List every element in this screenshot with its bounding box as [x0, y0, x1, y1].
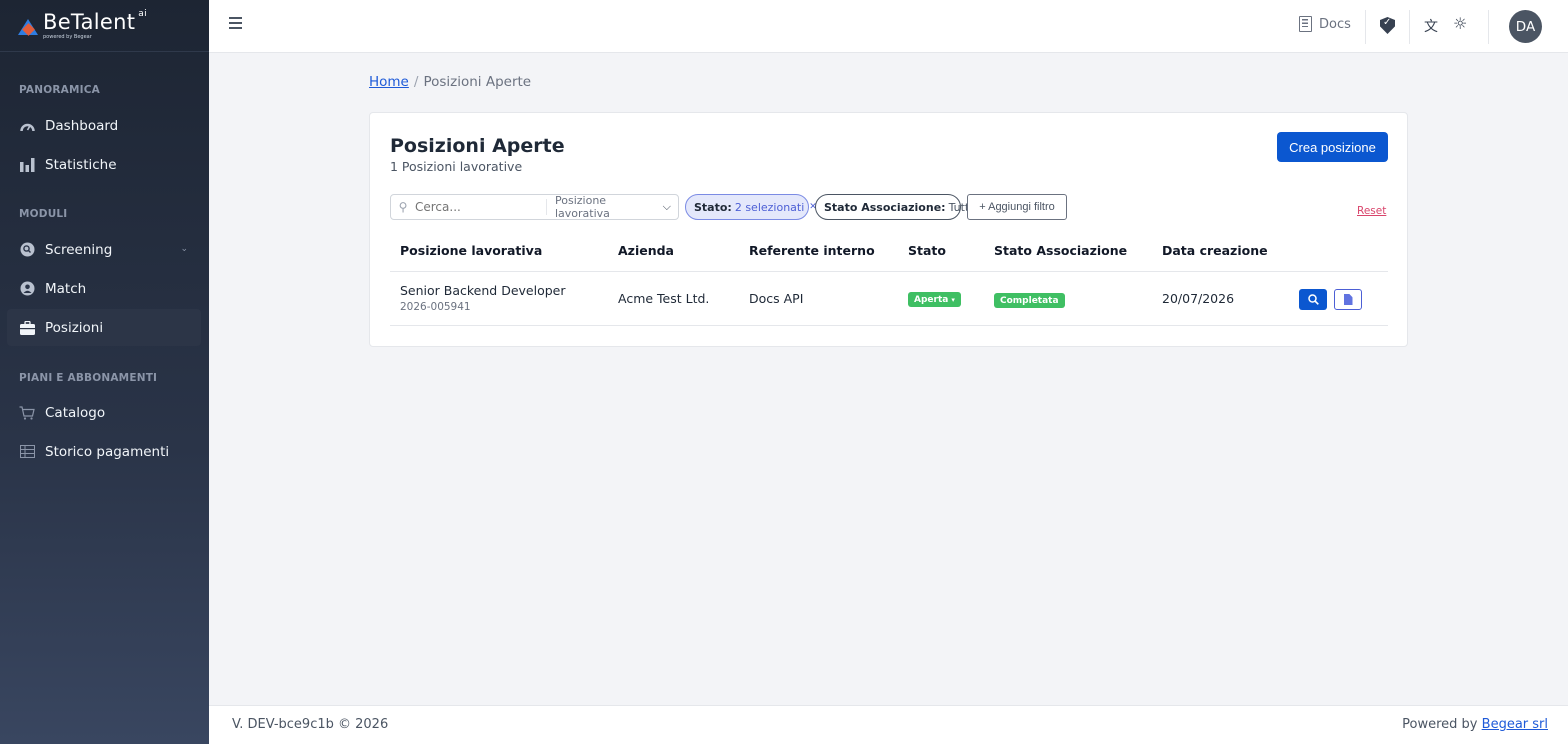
sidebar-item-catalogo[interactable]: Catalogo — [7, 394, 201, 431]
sidebar-item-label: Catalogo — [45, 404, 106, 421]
stato-filter-chip[interactable]: Stato: 2 selezionati ✕ — [685, 194, 817, 220]
screening-icon — [19, 242, 35, 258]
user-circle-icon — [19, 281, 35, 297]
powered-by: Powered by Begear srl — [1402, 717, 1548, 732]
sidebar-item-statistiche[interactable]: Statistiche — [7, 146, 201, 183]
section-label-panoramica: PANORAMICA — [19, 84, 100, 96]
briefcase-icon — [19, 320, 35, 336]
brand-tagline: powered by Begear — [43, 33, 92, 40]
divider — [1365, 10, 1366, 44]
sidebar-item-match[interactable]: Match — [7, 270, 201, 307]
search-input[interactable] — [415, 195, 546, 219]
search-icon — [1307, 294, 1319, 305]
section-label-piani: PIANI E ABBONAMENTI — [19, 372, 158, 384]
search-box: ⚲ Posizione lavorativa ⌵ — [390, 194, 679, 220]
translate-icon[interactable]: 文 — [1424, 16, 1438, 36]
referent-cell: Docs API — [749, 291, 804, 306]
column-header[interactable]: Stato Associazione — [994, 243, 1127, 258]
column-header[interactable]: Azienda — [618, 243, 674, 258]
version-label: V. DEV-bce9c1b © 2026 — [232, 717, 389, 732]
logo-icon — [18, 16, 38, 36]
bar-chart-icon — [19, 157, 35, 173]
column-header[interactable]: Referente interno — [749, 243, 875, 258]
chip-label: Stato: — [694, 200, 732, 214]
column-header[interactable]: Stato — [908, 243, 946, 258]
add-filter-button[interactable]: + Aggiungi filtro — [967, 194, 1067, 220]
breadcrumb-current: Posizioni Aperte — [423, 74, 532, 90]
search-icon: ⚲ — [398, 200, 408, 214]
table-icon — [19, 444, 35, 460]
top-bar: Docs 文 ☼ DA — [209, 0, 1568, 53]
search-field-value: Posizione lavorativa — [555, 194, 610, 220]
brand-logo[interactable]: BeTalent ai powered by Begear — [0, 0, 209, 52]
document-button[interactable] — [1334, 289, 1362, 310]
position-title: Senior Backend Developer — [400, 283, 566, 298]
association-badge: Completata — [994, 293, 1065, 308]
stato-associazione-filter-chip[interactable]: Stato Associazione: Tutti — [815, 194, 972, 220]
table-header: Posizione lavorativa Azienda Referente i… — [390, 235, 1388, 272]
column-header[interactable]: Posizione lavorativa — [400, 243, 542, 258]
chip-value: 2 selezionati — [734, 200, 805, 214]
create-position-button[interactable]: Crea posizione — [1277, 132, 1388, 162]
breadcrumb: Home / Posizioni Aperte — [369, 74, 531, 90]
avatar[interactable]: DA — [1509, 10, 1542, 43]
file-icon — [1343, 294, 1353, 305]
positions-card: Posizioni Aperte 1 Posizioni lavorative … — [369, 112, 1408, 347]
brand-name: BeTalent ai — [43, 8, 147, 34]
chip-label: Stato Associazione: — [824, 200, 946, 214]
chevron-down-icon[interactable]: ⌄ — [180, 244, 188, 254]
created-date-cell: 20/07/2026 — [1162, 291, 1235, 306]
page-title: Posizioni Aperte — [390, 135, 565, 157]
sidebar-item-label: Dashboard — [45, 117, 119, 134]
breadcrumb-home-link[interactable]: Home — [369, 74, 409, 90]
search-field-select[interactable]: Posizione lavorativa ⌵ — [547, 194, 678, 220]
sidebar-item-posizioni[interactable]: Posizioni — [7, 309, 201, 346]
building-icon — [1299, 16, 1312, 32]
table-row[interactable]: Senior Backend Developer 2026-005941 Acm… — [390, 272, 1388, 326]
company-cell: Acme Test Ltd. — [618, 291, 710, 306]
sidebar-item-label: Match — [45, 280, 87, 297]
column-header[interactable]: Data creazione — [1162, 243, 1268, 258]
docs-link[interactable]: Docs — [1299, 16, 1351, 32]
section-label-moduli: MODULI — [19, 208, 68, 220]
sidebar-item-label: Posizioni — [45, 319, 104, 336]
status-badge[interactable]: Aperta ▾ — [908, 292, 961, 307]
sidebar-item-screening[interactable]: Screening ⌄ — [7, 231, 201, 268]
sidebar-item-storico-pagamenti[interactable]: Storico pagamenti — [7, 433, 201, 470]
chevron-down-icon: ⌵ — [662, 200, 671, 213]
sidebar-item-label: Statistiche — [45, 156, 117, 173]
gauge-icon — [19, 118, 35, 134]
sidebar-item-dashboard[interactable]: Dashboard — [7, 107, 201, 144]
shield-icon[interactable] — [1380, 17, 1395, 34]
reset-link[interactable]: Reset — [1357, 205, 1386, 217]
footer: V. DEV-bce9c1b © 2026 Powered by Begear … — [209, 705, 1568, 744]
begear-link[interactable]: Begear srl — [1482, 717, 1548, 732]
position-code: 2026-005941 — [400, 301, 471, 313]
sun-icon[interactable]: ☼ — [1453, 14, 1467, 33]
docs-label: Docs — [1319, 16, 1351, 32]
cart-icon — [19, 405, 35, 421]
sidebar: BeTalent ai powered by Begear PANORAMICA … — [0, 0, 209, 744]
view-button[interactable] — [1299, 289, 1327, 310]
sidebar-item-label: Screening — [45, 241, 113, 258]
page-subtitle: 1 Posizioni lavorative — [390, 159, 523, 174]
divider — [1488, 10, 1489, 44]
sidebar-item-label: Storico pagamenti — [45, 443, 170, 460]
menu-toggle-icon[interactable] — [229, 17, 242, 29]
breadcrumb-separator: / — [413, 74, 419, 90]
divider — [1409, 10, 1410, 44]
